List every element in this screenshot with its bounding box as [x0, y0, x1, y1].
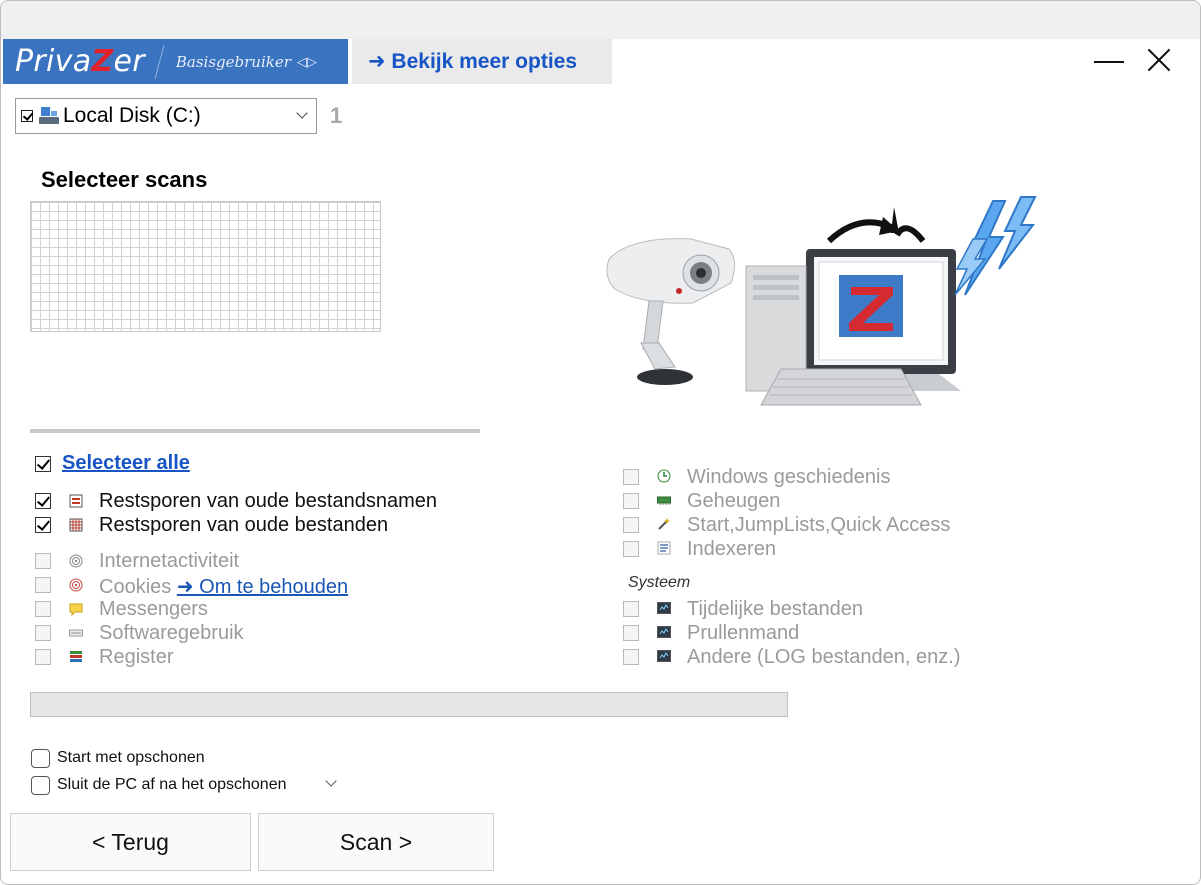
registry-icon: [70, 651, 82, 662]
row-label-messengers: Messengers: [99, 598, 208, 620]
system-window-icon: [657, 650, 671, 662]
row-label-registry: Register: [99, 646, 174, 668]
memory-chip-icon: [657, 496, 671, 505]
checkbox-cookies[interactable]: [35, 577, 51, 593]
row-label-jumplists: Start,JumpLists,Quick Access: [687, 514, 951, 536]
progress-bar: [30, 692, 788, 717]
select-all-checkbox[interactable]: [35, 456, 51, 472]
software-bar-icon: [69, 629, 83, 637]
row-label-temp-files: Tijdelijke bestanden: [687, 598, 864, 620]
checkbox-software[interactable]: [35, 625, 51, 641]
checkbox-old-files[interactable]: [35, 517, 51, 533]
user-mode-label[interactable]: Basisgebruiker: [176, 53, 291, 71]
privazer-logo: PrivaZer: [15, 44, 145, 79]
start-cleaning-checkbox[interactable]: [31, 749, 50, 768]
file-grid-icon: [69, 518, 83, 532]
row-label-software: Softwaregebruik: [99, 622, 244, 644]
chat-bubble-icon: [69, 603, 83, 616]
row-label-cookies: Cookies ➜ Om te behouden: [99, 576, 349, 598]
checkbox-memory[interactable]: [623, 493, 639, 509]
checkbox-registry[interactable]: [35, 649, 51, 665]
row-label-memory: Geheugen: [687, 490, 781, 512]
checkbox-messengers[interactable]: [35, 601, 51, 617]
chevron-down-icon[interactable]: [296, 107, 308, 119]
drive-label: Local Disk (C:): [63, 104, 201, 127]
checkbox-jumplists[interactable]: [623, 517, 639, 533]
checkbox-indexing[interactable]: [623, 541, 639, 557]
drive-count: 1: [330, 103, 343, 128]
checkbox-windows-history[interactable]: [623, 469, 639, 485]
select-all-link[interactable]: Selecteer alle: [62, 452, 190, 475]
file-names-icon: [69, 494, 83, 508]
row-label-internet: Internetactiviteit: [99, 550, 240, 572]
drive-dropdown[interactable]: Local Disk (C:): [15, 98, 317, 134]
row-label-old-filenames: Restsporen van oude bestandsnamen: [99, 490, 438, 512]
shutdown-checkbox[interactable]: [31, 776, 50, 795]
more-options-link[interactable]: ➜ Bekijk meer opties: [352, 39, 612, 84]
checkbox-old-filenames[interactable]: [35, 493, 51, 509]
minimize-icon[interactable]: [1093, 49, 1125, 73]
row-label-indexing: Indexeren: [687, 538, 776, 560]
row-label-windows-history: Windows geschiedenis: [687, 466, 891, 488]
mode-toggle-icon[interactable]: ◁▷: [297, 54, 317, 70]
shutdown-label: Sluit de PC af na het opschonen: [57, 776, 287, 793]
close-icon[interactable]: [1146, 47, 1172, 73]
section-divider: [30, 429, 480, 433]
system-window-icon: [657, 602, 671, 614]
row-label-other-logs: Andere (LOG bestanden, enz.): [687, 646, 961, 668]
checkbox-temp-files[interactable]: [623, 601, 639, 617]
chevron-down-icon[interactable]: [325, 775, 337, 787]
brand-separator: [154, 44, 165, 79]
checkbox-internet[interactable]: [35, 553, 51, 569]
magic-wand-icon: [658, 518, 670, 530]
section-title: Selecteer scans: [41, 167, 208, 192]
checkbox-other-logs[interactable]: [623, 649, 639, 665]
back-button[interactable]: < Terug: [10, 813, 251, 871]
local-disk-icon: [39, 107, 59, 125]
cookie-icon: [69, 578, 83, 592]
scan-button[interactable]: Scan >: [258, 813, 494, 871]
app-window: PrivaZer Basisgebruiker ◁▷ ➜ Bekijk meer…: [0, 0, 1201, 885]
drive-checkbox[interactable]: [21, 110, 33, 122]
start-cleaning-label: Start met opschonen: [57, 749, 205, 766]
system-section-title: Systeem: [628, 574, 691, 591]
row-label-old-files: Restsporen van oude bestanden: [99, 514, 389, 536]
brand-banner[interactable]: PrivaZer Basisgebruiker ◁▷: [3, 39, 348, 84]
keep-cookies-link[interactable]: ➜ Om te behouden: [177, 576, 348, 598]
privacy-camera-illustration: [606, 196, 1037, 406]
index-list-icon: [657, 541, 671, 555]
row-label-recycle-bin: Prullenmand: [687, 622, 800, 644]
title-bar: [1, 1, 1200, 39]
history-clock-icon: [657, 469, 671, 483]
scan-progress-grid: [30, 201, 381, 332]
fingerprint-icon: [69, 554, 83, 568]
checkbox-recycle-bin[interactable]: [623, 625, 639, 641]
system-window-icon: [657, 626, 671, 638]
